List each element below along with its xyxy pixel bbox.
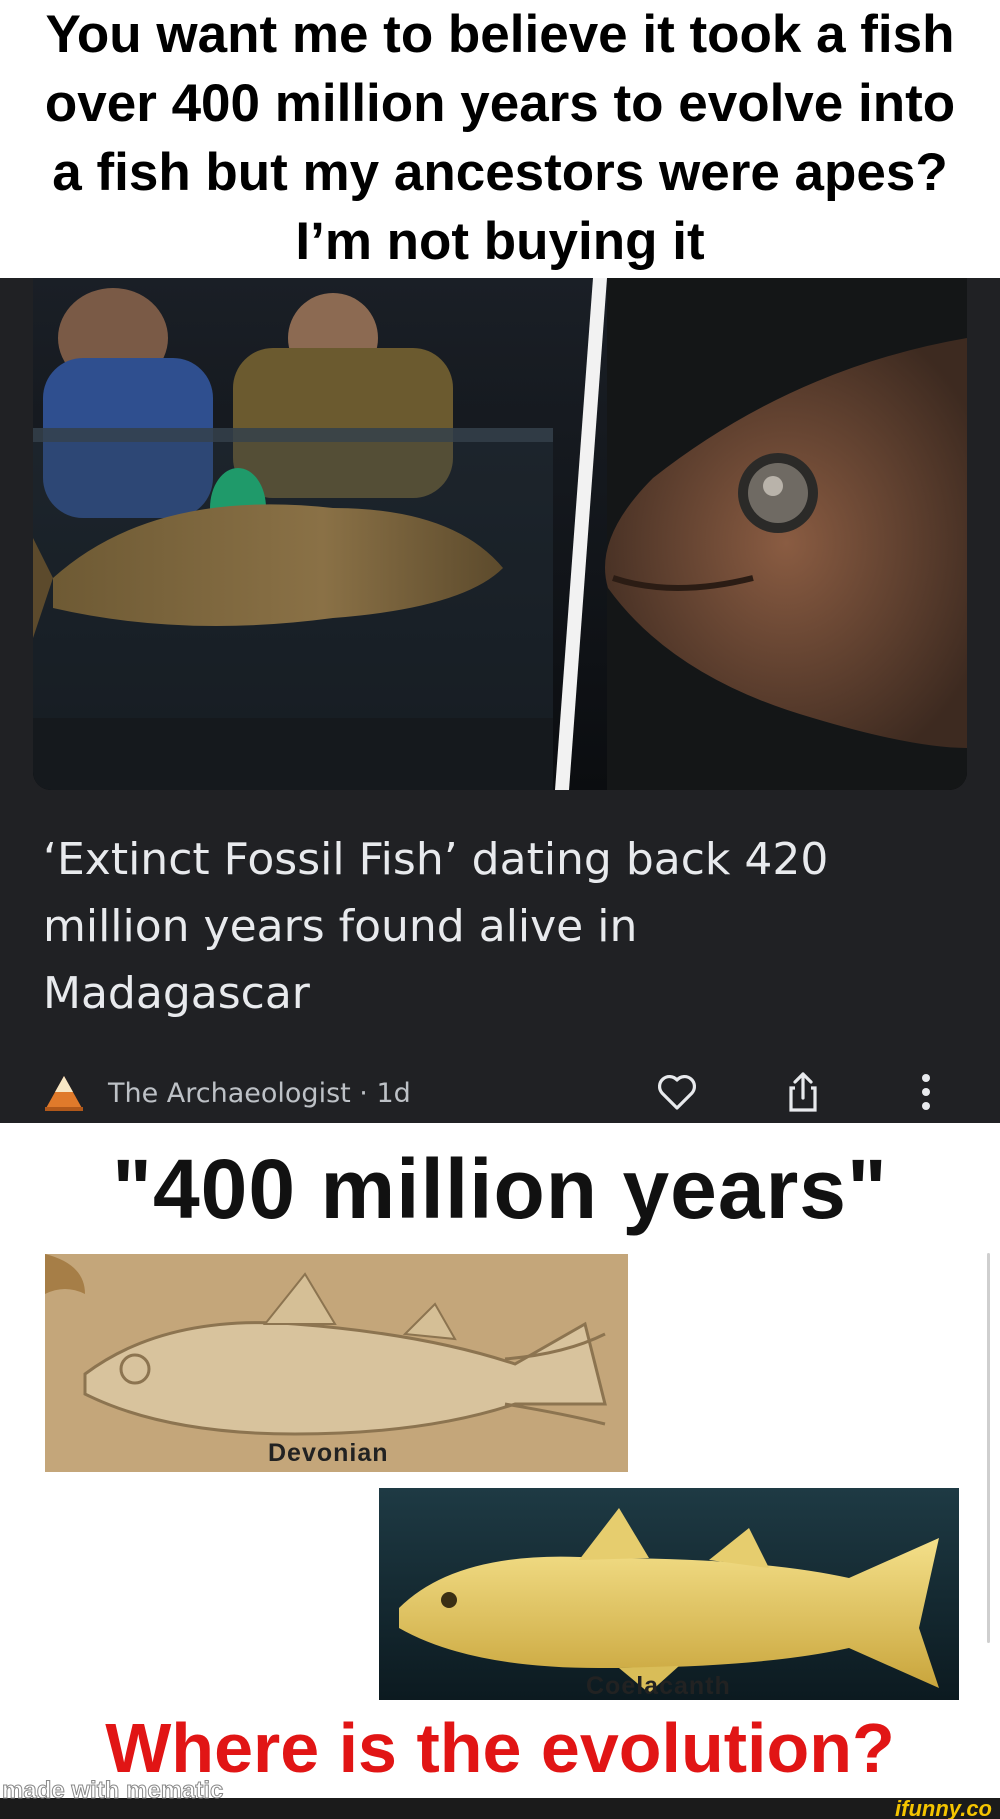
news-card[interactable]: ‘Extinct Fossil Fish’ dating back 420 mi… <box>0 278 1000 1123</box>
coelacanth-image <box>379 1488 959 1700</box>
article-photo <box>33 278 967 790</box>
scrollbar[interactable] <box>987 1253 990 1643</box>
source-name[interactable]: The Archaeologist · 1d <box>108 1078 411 1109</box>
evolution-meme: "400 million years" Devonian Coelacanth … <box>0 1123 1000 1819</box>
mematic-watermark: made with mematic <box>1 1777 224 1805</box>
more-icon[interactable] <box>911 1068 941 1116</box>
article-headline[interactable]: ‘Extinct Fossil Fish’ dating back 420 mi… <box>43 826 943 1027</box>
coelacanth-label: Coelacanth <box>586 1672 731 1700</box>
headline-line-3: Madagascar <box>43 968 310 1019</box>
logo-icon <box>45 1076 83 1111</box>
caption-line-2: over 400 million years to evolve into <box>44 74 956 133</box>
meme-question: Where is the evolution? <box>105 1709 895 1787</box>
devonian-label: Devonian <box>268 1439 389 1467</box>
ifunny-watermark: ifunny.co <box>895 1796 992 1819</box>
article-image[interactable] <box>33 278 967 790</box>
coelacanth-photo <box>379 1488 959 1700</box>
headline-line-2: million years found alive in <box>43 901 638 952</box>
caption-line-3: a fish but my ancestors were apes? <box>52 143 948 202</box>
meme-title: "400 million years" <box>112 1142 888 1236</box>
top-caption: You want me to believe it took a fish ov… <box>0 0 1000 278</box>
heart-icon[interactable] <box>653 1068 701 1116</box>
share-icon[interactable] <box>779 1068 827 1116</box>
headline-line-1: ‘Extinct Fossil Fish’ dating back 420 <box>43 834 829 885</box>
caption-line-4: I’m not buying it <box>295 212 705 271</box>
article-meta-row: The Archaeologist · 1d <box>43 1066 963 1122</box>
caption-line-1: You want me to believe it took a fish <box>45 5 955 64</box>
